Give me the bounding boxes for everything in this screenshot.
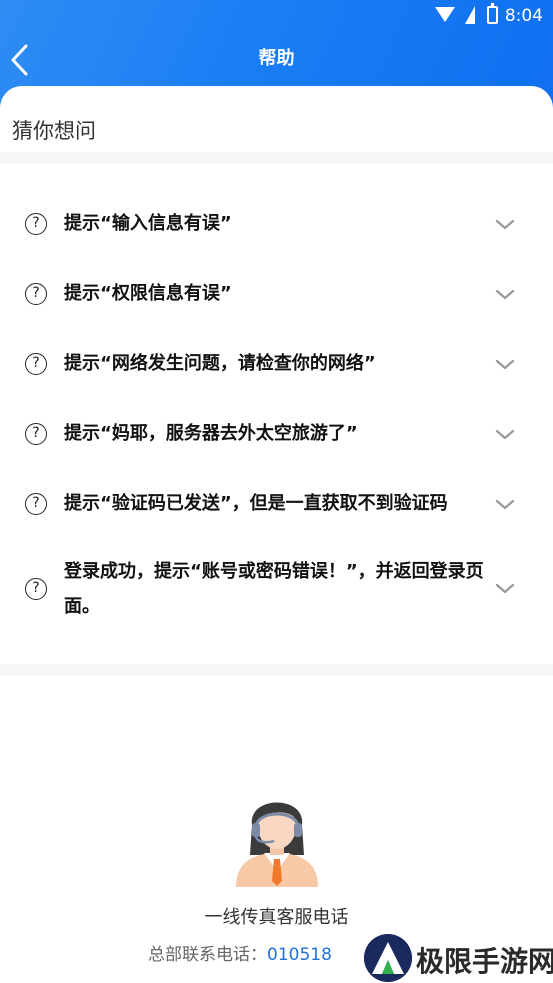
watermark: 极限手游网 <box>360 934 553 982</box>
section-heading: 猜你想问 <box>12 119 96 143</box>
faq-question: 提示“权限信息有误” <box>64 283 232 304</box>
signal-icon <box>465 6 475 24</box>
page-title: 帮助 <box>258 48 295 69</box>
faq-item[interactable]: ? 提示“权限信息有误” <box>0 258 553 328</box>
chevron-down-icon <box>495 429 515 440</box>
hq-phone-label: 总部联系电话： <box>148 945 267 965</box>
faq-item[interactable]: ? 提示“输入信息有误” <box>0 188 553 258</box>
question-icon: ? <box>25 493 47 515</box>
faq-question: 提示“网络发生问题，请检查你的网络” <box>64 353 376 374</box>
faq-item[interactable]: ? 提示“网络发生问题，请检查你的网络” <box>0 328 553 398</box>
question-icon: ? <box>25 283 47 305</box>
chevron-down-icon <box>495 289 515 300</box>
customer-service-agent-icon <box>236 802 318 887</box>
hq-phone: 总部联系电话：010518 <box>148 940 332 965</box>
faq-question: 提示“输入信息有误” <box>64 213 232 234</box>
chevron-down-icon <box>495 499 515 510</box>
divider <box>0 152 553 164</box>
question-icon: ? <box>25 578 47 600</box>
wifi-icon <box>435 7 455 22</box>
faq-item[interactable]: ? 登录成功，提示“账号或密码错误！”，并返回登录页面。 <box>0 542 553 634</box>
battery-icon <box>487 3 498 24</box>
question-icon: ? <box>25 213 47 235</box>
divider <box>0 664 553 676</box>
hq-phone-number[interactable]: 010518 <box>267 945 332 965</box>
faq-question: 提示“妈耶，服务器去外太空旅游了” <box>64 423 358 444</box>
service-line-label: 一线传真客服电话 <box>204 907 349 928</box>
faq-question: 提示“验证码已发送”，但是一直获取不到验证码 <box>64 493 448 514</box>
watermark-logo-icon <box>364 934 412 982</box>
chevron-down-icon <box>495 219 515 230</box>
faq-question: 登录成功，提示“账号或密码错误！”，并返回登录页面。 <box>64 561 484 617</box>
chevron-down-icon <box>495 583 515 594</box>
faq-item[interactable]: ? 提示“验证码已发送”，但是一直获取不到验证码 <box>0 468 553 536</box>
status-bar: 8:04 <box>0 0 553 32</box>
question-icon: ? <box>25 423 47 445</box>
question-icon: ? <box>25 353 47 375</box>
faq-item[interactable]: ? 提示“妈耶，服务器去外太空旅游了” <box>0 398 553 468</box>
watermark-text: 极限手游网 <box>416 945 553 978</box>
chevron-down-icon <box>495 359 515 370</box>
status-time: 8:04 <box>504 6 543 26</box>
